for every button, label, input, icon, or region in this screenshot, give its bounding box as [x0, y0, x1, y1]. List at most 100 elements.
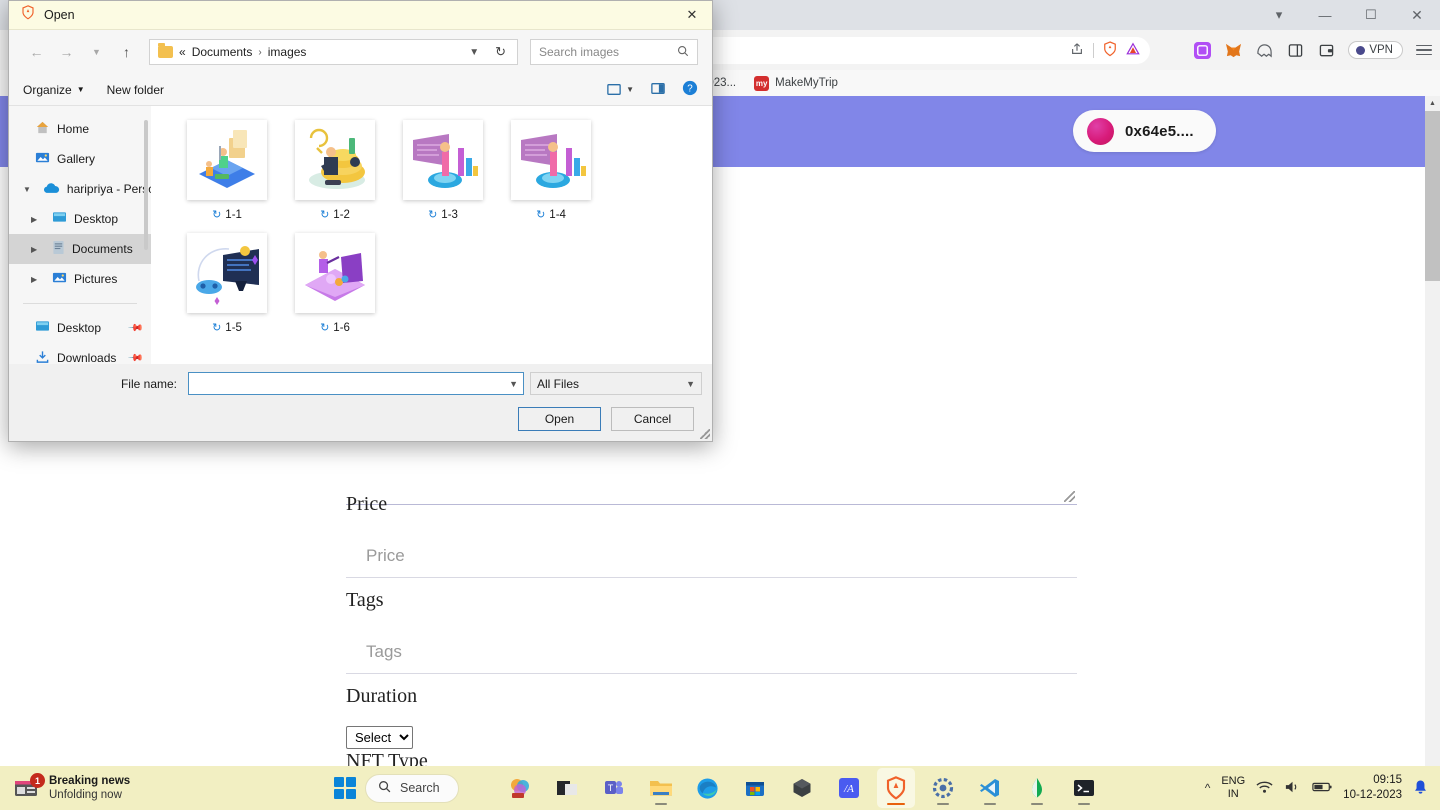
- dialog-resize-grip-icon[interactable]: [700, 429, 710, 439]
- sidebar-item-documents[interactable]: ▶ Documents: [9, 234, 151, 264]
- taskbar-app-dark[interactable]: [548, 768, 586, 808]
- cancel-button[interactable]: Cancel: [611, 407, 694, 431]
- browser-menu-icon[interactable]: [1416, 44, 1432, 56]
- search-input[interactable]: Search images: [530, 39, 698, 65]
- taskbar-app-ia[interactable]: /A: [830, 768, 868, 808]
- brave-shields-icon[interactable]: [1103, 41, 1117, 60]
- battery-icon[interactable]: [1312, 781, 1332, 796]
- recent-locations-chevron-down-icon[interactable]: ▼: [83, 39, 110, 66]
- taskbar-search[interactable]: Search: [365, 773, 459, 803]
- help-icon[interactable]: ?: [682, 80, 698, 99]
- sidebar-item-label: Desktop: [57, 321, 102, 335]
- phantom-icon[interactable]: [1255, 41, 1273, 59]
- file-item[interactable]: ↻ 1-2: [281, 120, 389, 221]
- taskbar-app-vscode[interactable]: [971, 768, 1009, 808]
- scroll-up-icon[interactable]: ▲: [1425, 96, 1440, 111]
- close-icon[interactable]: ✕: [1394, 0, 1440, 30]
- sidebar-item-downloads-quick[interactable]: Downloads 📌: [9, 343, 151, 364]
- bitwarden-icon[interactable]: [1193, 41, 1211, 59]
- omnibox-actions: [1070, 41, 1140, 60]
- chevron-down-icon[interactable]: ▼: [686, 379, 695, 389]
- taskbar-app-edge[interactable]: [689, 768, 727, 808]
- breadcrumb[interactable]: « Documents › images ▼ ↻: [149, 39, 518, 65]
- minimize-icon[interactable]: —: [1302, 0, 1348, 30]
- file-item[interactable]: ↻ 1-4: [497, 120, 605, 221]
- file-item[interactable]: ↻ 1-3: [389, 120, 497, 221]
- taskbar-app-teams[interactable]: T: [595, 768, 633, 808]
- up-icon[interactable]: ↑: [113, 39, 140, 66]
- search-placeholder: Search images: [539, 45, 620, 59]
- pictures-icon: [52, 270, 67, 288]
- price-input[interactable]: [346, 534, 1077, 578]
- tags-input[interactable]: [346, 630, 1077, 674]
- file-item[interactable]: ↻ 1-5: [173, 233, 281, 334]
- sidebar-item-label: Desktop: [74, 212, 119, 226]
- file-item[interactable]: ↻ 1-1: [173, 120, 281, 221]
- open-button[interactable]: Open: [518, 407, 601, 431]
- sidebar-item-pictures[interactable]: ▶ Pictures: [9, 264, 151, 294]
- refresh-icon[interactable]: ↻: [495, 44, 506, 60]
- tab-search-chevron-icon[interactable]: ▾: [1256, 0, 1302, 30]
- news-title: Breaking news: [49, 774, 131, 787]
- volume-icon[interactable]: [1284, 780, 1301, 797]
- chevron-right-icon[interactable]: ▶: [31, 215, 41, 224]
- sidebar-item-home[interactable]: Home: [9, 114, 151, 144]
- metamask-icon[interactable]: [1224, 41, 1242, 59]
- preview-pane-icon[interactable]: [651, 82, 665, 98]
- taskbar-app-brave[interactable]: [876, 768, 915, 808]
- maximize-icon[interactable]: ☐: [1348, 0, 1394, 30]
- sidebar-item-label: haripriya - Perso: [66, 182, 151, 196]
- sidebar-item-gallery[interactable]: Gallery: [9, 144, 151, 174]
- forward-icon[interactable]: →: [53, 39, 80, 66]
- language-indicator[interactable]: ENG IN: [1221, 775, 1245, 800]
- filename-input[interactable]: ▼: [188, 372, 524, 395]
- file-type-filter[interactable]: All Files ▼: [530, 372, 702, 395]
- sidebar-item-label: Pictures: [74, 272, 118, 286]
- sidebar-scrollbar[interactable]: [144, 120, 148, 250]
- pin-icon[interactable]: 📌: [126, 320, 143, 337]
- duration-select[interactable]: Select: [346, 726, 413, 749]
- chevron-down-icon[interactable]: ▼: [509, 379, 518, 389]
- wallet-address-button[interactable]: 0x64e5....: [1073, 110, 1216, 152]
- clock[interactable]: 09:15 10-12-2023: [1343, 773, 1402, 803]
- news-widget[interactable]: 1 Breaking news Unfolding now: [14, 773, 131, 803]
- taskbar-app-settings[interactable]: [924, 768, 962, 808]
- chevron-right-icon[interactable]: ▶: [31, 245, 41, 254]
- view-layout-icon[interactable]: ▼: [607, 83, 634, 96]
- wallet-address-label: 0x64e5....: [1125, 122, 1194, 140]
- scrollbar-thumb[interactable]: [1425, 111, 1440, 281]
- breadcrumb-item-documents[interactable]: Documents: [192, 45, 253, 59]
- sidebar-item-onedrive[interactable]: ▼ haripriya - Perso: [9, 174, 151, 204]
- bell-icon[interactable]: [1413, 779, 1428, 798]
- onedrive-icon: [43, 182, 60, 197]
- breadcrumb-item-images[interactable]: images: [268, 45, 307, 59]
- breadcrumb-chevron-down-icon[interactable]: ▼: [469, 47, 479, 58]
- page-scrollbar[interactable]: ▲: [1425, 96, 1440, 786]
- share-icon[interactable]: [1070, 42, 1084, 59]
- bookmark-makemytrip[interactable]: my MakeMyTrip: [745, 75, 847, 91]
- taskbar: 1 Breaking news Unfolding now Search T /…: [0, 766, 1440, 810]
- wifi-icon[interactable]: [1256, 780, 1273, 797]
- start-button-icon[interactable]: [334, 777, 356, 799]
- taskbar-app-office[interactable]: [501, 768, 539, 808]
- chevron-right-icon[interactable]: ▶: [31, 275, 41, 284]
- taskbar-app-mongodb[interactable]: [1018, 768, 1056, 808]
- sidebar-item-desktop-onedrive[interactable]: ▶ Desktop: [9, 204, 151, 234]
- back-icon[interactable]: ←: [23, 39, 50, 66]
- wallet-icon[interactable]: [1317, 41, 1335, 59]
- taskbar-app-microsoft-store[interactable]: [736, 768, 774, 808]
- taskbar-app-file-explorer[interactable]: [642, 768, 680, 808]
- pin-icon[interactable]: 📌: [126, 350, 143, 364]
- vpn-button[interactable]: VPN: [1348, 41, 1403, 59]
- dialog-close-icon[interactable]: ✕: [672, 1, 712, 30]
- brave-rewards-icon[interactable]: [1126, 42, 1140, 59]
- sidebar-icon[interactable]: [1286, 41, 1304, 59]
- sidebar-item-desktop-quick[interactable]: Desktop 📌: [9, 313, 151, 343]
- tray-expand-chevron-icon[interactable]: ^: [1205, 781, 1211, 795]
- taskbar-app-terminal[interactable]: [1065, 768, 1103, 808]
- taskbar-app-hardhat[interactable]: [783, 768, 821, 808]
- file-item[interactable]: ↻ 1-6: [281, 233, 389, 334]
- new-folder-button[interactable]: New folder: [107, 83, 164, 97]
- chevron-down-icon[interactable]: ▼: [23, 185, 31, 194]
- organize-button[interactable]: Organize ▼: [23, 83, 85, 97]
